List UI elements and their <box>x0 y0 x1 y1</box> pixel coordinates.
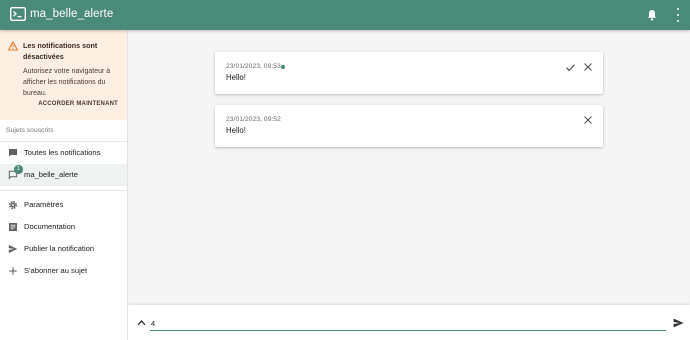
sidebar-item-label: Documentation <box>24 222 76 231</box>
sidebar-item-label: ma_belle_alerte <box>24 170 79 179</box>
bell-icon[interactable] <box>646 9 658 21</box>
notification-message: Hello! <box>226 73 246 82</box>
notification-time: 23/01/2023, 09:53 <box>226 63 281 70</box>
sidebar-item-publish[interactable]: Publier la notification <box>0 238 127 260</box>
check-icon[interactable] <box>565 62 576 73</box>
close-icon[interactable] <box>583 62 593 72</box>
sidebar: Les notifications sont désactivées Autor… <box>0 30 128 340</box>
app-bar: ma_belle_alerte <box>0 0 690 30</box>
send-icon <box>8 245 18 253</box>
chat-bubble-icon <box>9 149 17 157</box>
terminal-icon <box>10 7 26 21</box>
sidebar-item-subscribe[interactable]: S'abonner au sujet <box>0 260 127 282</box>
article-icon <box>9 223 17 231</box>
new-indicator-dot <box>281 65 285 69</box>
notification-time: 23/01/2023, 09:52 <box>226 116 281 123</box>
notification-message: Hello! <box>226 126 246 135</box>
divider <box>0 190 127 191</box>
warning-icon <box>8 41 18 51</box>
notification-warning-banner: Les notifications sont désactivées Autor… <box>0 30 127 120</box>
more-vert-icon[interactable] <box>676 8 680 22</box>
sidebar-item-documentation[interactable]: Documentation <box>0 216 127 238</box>
send-icon[interactable] <box>673 318 684 328</box>
message-input[interactable] <box>150 317 666 331</box>
sidebar-item-topic[interactable]: 1 ma_belle_alerte <box>0 164 127 186</box>
grant-now-button[interactable]: ACCORDER MAINTENANT <box>0 101 118 107</box>
notification-card: 23/01/2023, 09:52 Hello! <box>215 105 603 147</box>
notification-card: 23/01/2023, 09:53 Hello! <box>215 52 603 94</box>
chevron-up-icon[interactable] <box>137 319 146 326</box>
warning-text: Autorisez votre navigateur à afficher le… <box>23 68 111 97</box>
close-icon[interactable] <box>583 115 593 125</box>
sidebar-item-label: Paramètres <box>24 200 64 209</box>
subscribed-topics-label: Sujets souscrits <box>6 127 54 134</box>
sidebar-item-label: S'abonner au sujet <box>24 266 88 275</box>
add-icon <box>9 267 17 275</box>
sidebar-item-settings[interactable]: Paramètres <box>0 194 127 216</box>
unread-count-badge: 1 <box>14 165 23 174</box>
sidebar-item-all-notifications[interactable]: Toutes les notifications <box>0 142 127 164</box>
warning-title: Les notifications sont désactivées <box>23 41 98 61</box>
settings-icon <box>8 200 18 210</box>
sidebar-item-label: Toutes les notifications <box>24 148 101 157</box>
app-title: ma_belle_alerte <box>30 8 114 20</box>
sidebar-item-label: Publier la notification <box>24 244 95 253</box>
message-bar <box>128 305 690 340</box>
